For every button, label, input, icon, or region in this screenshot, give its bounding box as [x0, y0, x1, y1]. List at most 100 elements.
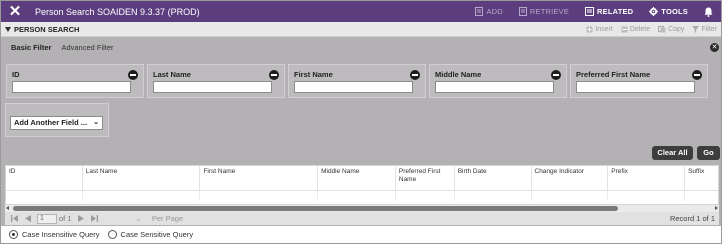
table-row[interactable] — [6, 191, 718, 201]
filter-fields: ID Last Name First Name Middle Name Pref… — [6, 64, 708, 98]
filter-field-preferred-first-name: Preferred First Name — [570, 64, 708, 98]
field-label: Middle Name — [435, 70, 482, 79]
delete-button[interactable]: Delete — [621, 26, 650, 33]
radio-selected[interactable] — [9, 230, 18, 239]
table-cell[interactable] — [318, 191, 396, 201]
first-page-icon[interactable] — [9, 214, 19, 224]
filter-field-middle-name: Middle Name — [429, 64, 567, 98]
close-icon[interactable]: ✕ — [1, 1, 29, 22]
per-page-select[interactable]: ⌄ Per Page — [136, 214, 184, 223]
case-sensitive-option[interactable]: Case Sensitive Query — [107, 230, 193, 239]
pager: 1 of 1 ⌄ Per Page Record 1 of 1 — [5, 212, 719, 225]
previous-page-glyph — [25, 215, 31, 222]
table-cell[interactable] — [200, 191, 319, 201]
results-panel: Clear All Go ID Last Name First Name Mid… — [1, 143, 721, 226]
column-header-suffix[interactable]: Suffix — [685, 166, 718, 190]
toolbar-actions: ADD RETRIEVE RELATED TOOLS — [467, 1, 721, 22]
column-header-first-name[interactable]: First Name — [200, 166, 319, 190]
column-header-middle-name[interactable]: Middle Name — [318, 166, 396, 190]
id-input[interactable] — [12, 81, 131, 93]
insert-button[interactable]: Insert — [586, 26, 613, 33]
remove-field-icon[interactable] — [551, 70, 561, 80]
query-mode-bar: Case Insensitive Query Case Sensitive Qu… — [1, 226, 721, 243]
chevron-down-icon: ⌄ — [135, 214, 142, 223]
bell-icon — [704, 7, 713, 17]
remove-field-icon[interactable] — [692, 70, 702, 80]
table-cell[interactable] — [685, 191, 718, 201]
add-button[interactable]: ADD — [467, 1, 510, 22]
tools-button[interactable]: TOOLS — [641, 1, 696, 22]
copy-button[interactable]: Copy — [658, 25, 685, 33]
radio-unselected[interactable] — [107, 230, 117, 239]
field-label: ID — [12, 70, 20, 79]
filter-icon — [692, 25, 700, 33]
next-page-glyph — [77, 215, 84, 222]
tools-label: TOOLS — [661, 7, 688, 16]
add-doc-icon — [475, 7, 484, 16]
last-page-icon[interactable] — [90, 214, 100, 224]
delete-label: Delete — [629, 25, 651, 33]
plus-icon — [586, 26, 593, 32]
filter-button[interactable]: Filter — [692, 25, 717, 33]
preferred-first-name-input[interactable] — [576, 81, 695, 93]
table-cell[interactable] — [608, 191, 686, 201]
field-label: Preferred First Name — [576, 70, 651, 79]
last-page-glyph — [91, 215, 99, 222]
grid-header: ID Last Name First Name Middle Name Pref… — [6, 166, 718, 191]
chevron-down-icon: ⌄ — [93, 119, 99, 126]
column-header-change-indicator[interactable]: Change Indicator — [532, 166, 609, 190]
title-bar: ✕ Person Search SOAIDEN 9.3.37 (PROD) AD… — [1, 1, 721, 22]
table-cell[interactable] — [396, 191, 455, 201]
remove-field-icon[interactable] — [410, 70, 420, 80]
insert-label: Insert — [595, 25, 613, 33]
horizontal-scrollbar[interactable] — [5, 205, 719, 212]
page-count: of 1 — [59, 214, 72, 223]
retrieve-button[interactable]: RETRIEVE — [511, 1, 577, 22]
field-label: Last Name — [153, 70, 191, 79]
related-icon — [585, 7, 595, 16]
add-field-select[interactable]: Add Another Field ... ⌄ — [10, 116, 103, 130]
related-button[interactable]: RELATED — [577, 1, 641, 22]
table-cell[interactable] — [532, 191, 609, 201]
next-page-icon[interactable] — [76, 214, 86, 224]
field-label: First Name — [294, 70, 333, 79]
remove-field-icon[interactable] — [128, 70, 138, 80]
section-title-label: PERSON SEARCH — [14, 24, 80, 34]
close-filter-icon[interactable]: ✕ — [710, 43, 719, 52]
middle-name-input[interactable] — [435, 81, 554, 93]
column-header-preferred-first-name[interactable]: Preferred First Name — [396, 166, 455, 190]
copy-icon — [658, 25, 666, 32]
filter-field-last-name: Last Name — [147, 64, 285, 98]
table-cell[interactable] — [455, 191, 532, 201]
column-header-prefix[interactable]: Prefix — [608, 166, 686, 190]
scroll-right-icon[interactable] — [715, 206, 718, 210]
filter-tabs: Basic Filter Advanced Filter — [11, 43, 114, 52]
per-page-label: Per Page — [151, 214, 184, 223]
column-header-last-name[interactable]: Last Name — [83, 166, 201, 190]
retrieve-icon — [518, 7, 527, 16]
remove-field-icon[interactable] — [269, 70, 279, 80]
copy-label: Copy — [668, 25, 685, 33]
clear-all-button[interactable]: Clear All — [652, 146, 693, 160]
filter-panel: Basic Filter Advanced Filter ✕ ID Last N… — [1, 37, 721, 143]
column-header-id[interactable]: ID — [6, 166, 83, 190]
go-button[interactable]: Go — [697, 146, 720, 160]
case-insensitive-option[interactable]: Case Insensitive Query — [9, 230, 100, 239]
add-field-box: Add Another Field ... ⌄ — [5, 103, 109, 137]
previous-page-icon[interactable] — [23, 214, 33, 224]
section-title[interactable]: PERSON SEARCH — [5, 25, 79, 34]
retrieve-label: RETRIEVE — [529, 7, 570, 16]
tab-basic-filter[interactable]: Basic Filter — [11, 43, 51, 52]
table-cell[interactable] — [83, 191, 201, 201]
tab-advanced-filter[interactable]: Advanced Filter — [61, 43, 113, 52]
notifications-button[interactable] — [696, 1, 721, 22]
column-header-birth-date[interactable]: Birth Date — [455, 166, 532, 190]
scroll-left-icon[interactable] — [6, 206, 9, 210]
scroll-thumb[interactable] — [13, 206, 618, 211]
add-field-label: Add Another Field ... — [14, 118, 88, 127]
case-insensitive-label: Case Insensitive Query — [22, 230, 100, 239]
last-name-input[interactable] — [153, 81, 272, 93]
page-number-input[interactable]: 1 — [37, 213, 57, 224]
table-cell[interactable] — [6, 191, 83, 201]
first-name-input[interactable] — [294, 81, 413, 93]
